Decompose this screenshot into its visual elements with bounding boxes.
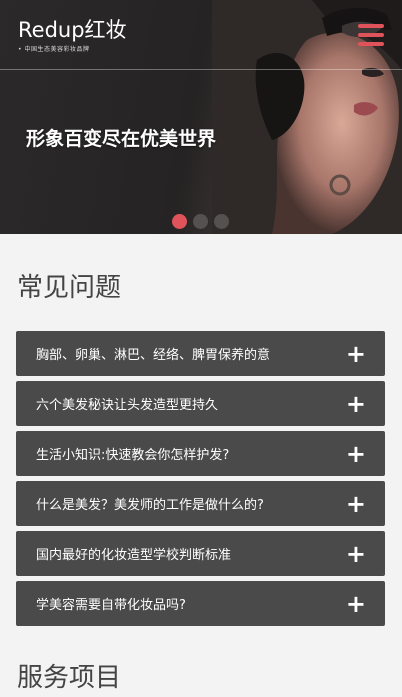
top-bar: Redup红妆 • 中国生态美容彩妆品牌: [0, 0, 402, 70]
faq-question: 国内最好的化妆造型学校判断标准: [36, 548, 232, 563]
plus-icon[interactable]: +: [346, 342, 366, 366]
carousel-dot-2[interactable]: [193, 214, 208, 229]
faq-list: 胸部、卵巢、淋巴、经络、脾胃保养的意 + 六个美发秘诀让头发造型更持久 + 生活…: [16, 331, 385, 631]
faq-question: 生活小知识:快速教会你怎样护发?: [36, 448, 230, 463]
faq-question: 什么是美发？美发师的工作是做什么的?: [36, 498, 264, 513]
plus-icon[interactable]: +: [346, 392, 366, 416]
faq-item[interactable]: 学美容需要自带化妆品吗? +: [16, 581, 385, 626]
hero-banner: Redup红妆 • 中国生态美容彩妆品牌 形象百变尽在优美世界: [0, 0, 402, 234]
carousel-dot-1[interactable]: [172, 214, 187, 229]
faq-item[interactable]: 什么是美发？美发师的工作是做什么的? +: [16, 481, 385, 526]
services-section-title: 服务项目: [17, 663, 122, 693]
plus-icon[interactable]: +: [346, 542, 366, 566]
logo-text: Redup红妆: [18, 18, 127, 42]
faq-item[interactable]: 胸部、卵巢、淋巴、经络、脾胃保养的意 +: [16, 331, 385, 376]
faq-item[interactable]: 国内最好的化妆造型学校判断标准 +: [16, 531, 385, 576]
logo-tagline: • 中国生态美容彩妆品牌: [18, 46, 90, 53]
faq-item[interactable]: 生活小知识:快速教会你怎样护发? +: [16, 431, 385, 476]
brand-logo[interactable]: Redup红妆 • 中国生态美容彩妆品牌: [18, 18, 127, 53]
carousel-dot-3[interactable]: [214, 214, 229, 229]
faq-section-title: 常见问题: [17, 273, 122, 303]
plus-icon[interactable]: +: [346, 442, 366, 466]
faq-item[interactable]: 六个美发秘诀让头发造型更持久 +: [16, 381, 385, 426]
faq-question: 胸部、卵巢、淋巴、经络、脾胃保养的意: [36, 348, 271, 363]
faq-question: 六个美发秘诀让头发造型更持久: [36, 398, 219, 413]
plus-icon[interactable]: +: [346, 592, 366, 616]
hero-slogan: 形象百变尽在优美世界: [26, 128, 217, 150]
plus-icon[interactable]: +: [346, 492, 366, 516]
faq-question: 学美容需要自带化妆品吗?: [36, 598, 186, 613]
hamburger-menu-icon[interactable]: [358, 24, 384, 46]
carousel-pagination: [172, 214, 229, 229]
